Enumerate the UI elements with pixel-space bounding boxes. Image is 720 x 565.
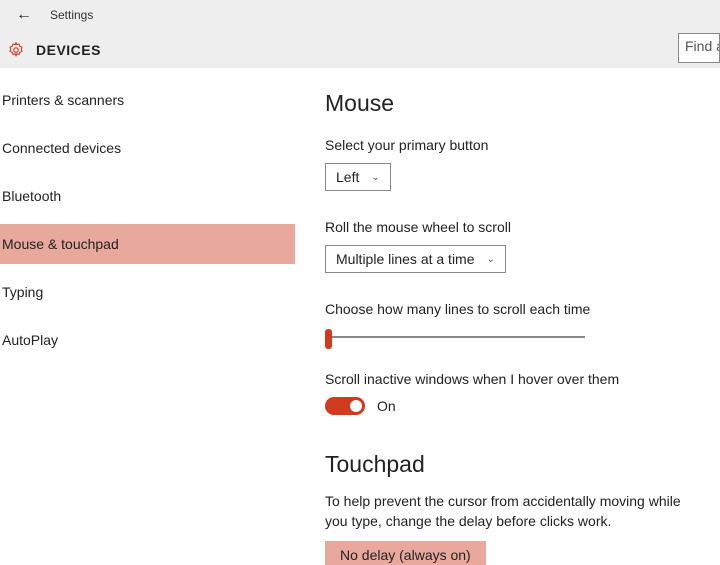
lines-slider[interactable] [325, 327, 585, 347]
header: ← Settings DEVICES Find a [0, 0, 720, 68]
sidebar-item-autoplay[interactable]: AutoPlay [0, 320, 295, 360]
scroll-wheel-dropdown[interactable]: Multiple lines at a time ⌄ [325, 245, 506, 273]
gear-icon [6, 40, 26, 60]
slider-track [325, 336, 585, 338]
content-pane: Mouse Select your primary button Left ⌄ … [295, 68, 720, 565]
primary-button-value: Left [336, 169, 359, 185]
touchpad-heading: Touchpad [325, 451, 720, 478]
touchpad-delay-dropdown[interactable]: No delay (always on) [325, 541, 486, 565]
sidebar-item-bluetooth[interactable]: Bluetooth [0, 176, 295, 216]
scroll-inactive-state: On [377, 398, 396, 414]
sidebar-item-mouse-touchpad[interactable]: Mouse & touchpad [0, 224, 295, 264]
sidebar-item-connected-devices[interactable]: Connected devices [0, 128, 295, 168]
body: Printers & scanners Connected devices Bl… [0, 68, 720, 565]
chevron-down-icon: ⌄ [487, 254, 495, 265]
touchpad-description: To help prevent the cursor from accident… [325, 492, 705, 531]
scroll-wheel-label: Roll the mouse wheel to scroll [325, 219, 720, 235]
chevron-down-icon: ⌄ [371, 172, 379, 183]
mouse-heading: Mouse [325, 90, 720, 117]
window-title: Settings [50, 8, 93, 22]
lines-to-scroll-label: Choose how many lines to scroll each tim… [325, 301, 720, 317]
primary-button-dropdown[interactable]: Left ⌄ [325, 163, 391, 191]
scroll-inactive-toggle[interactable] [325, 397, 365, 415]
touchpad-delay-value: No delay (always on) [340, 547, 471, 563]
back-arrow-icon[interactable]: ← [16, 7, 32, 23]
scroll-inactive-label: Scroll inactive windows when I hover ove… [325, 371, 720, 387]
header-top-row: ← Settings [0, 4, 720, 26]
primary-button-label: Select your primary button [325, 137, 720, 153]
scroll-wheel-value: Multiple lines at a time [336, 251, 475, 267]
sidebar: Printers & scanners Connected devices Bl… [0, 68, 295, 565]
sidebar-item-typing[interactable]: Typing [0, 272, 295, 312]
header-main-row: DEVICES [0, 30, 720, 70]
toggle-knob [350, 400, 362, 412]
sidebar-item-printers-scanners[interactable]: Printers & scanners [0, 80, 295, 120]
page-category: DEVICES [36, 42, 101, 58]
search-input[interactable]: Find a [678, 33, 720, 63]
scroll-inactive-row: On [325, 397, 720, 415]
slider-thumb[interactable] [325, 329, 332, 349]
search-placeholder: Find a [685, 38, 720, 54]
